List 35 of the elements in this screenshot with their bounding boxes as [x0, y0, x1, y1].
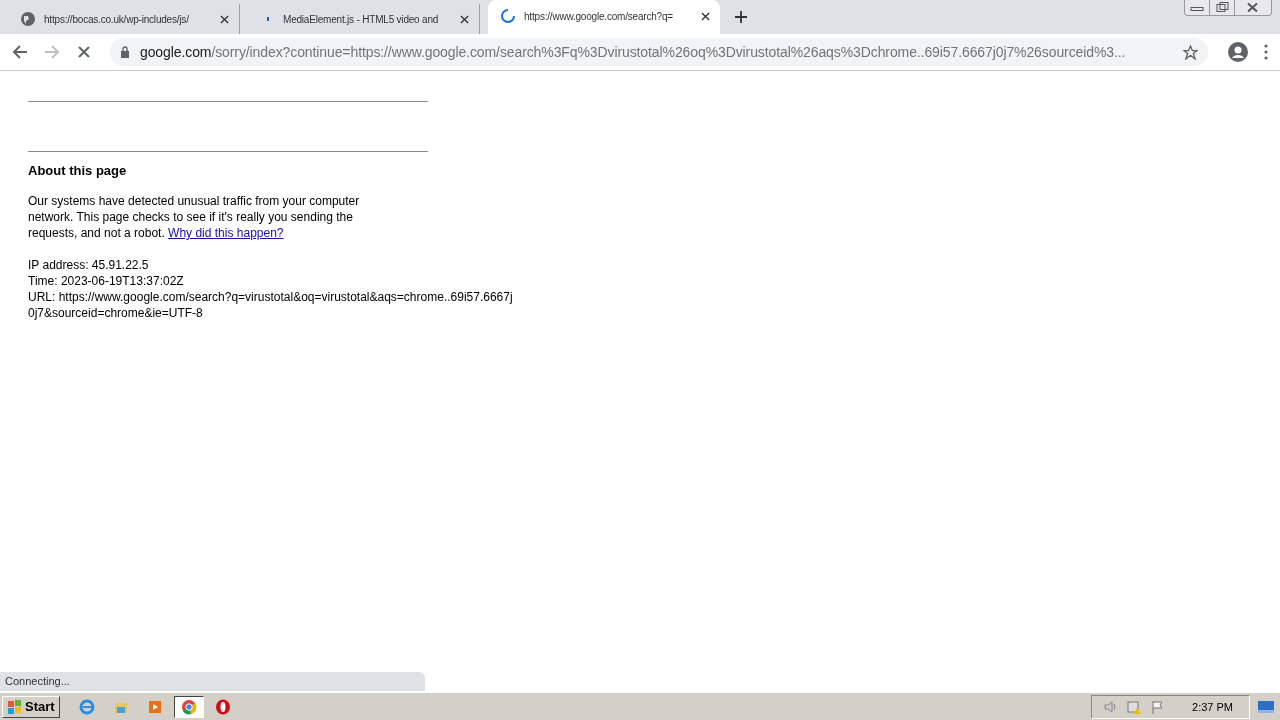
- why-link[interactable]: Why did this happen?: [168, 226, 284, 240]
- tab-title: MediaElement.js - HTML5 video and: [283, 13, 440, 25]
- media-player-icon: [146, 698, 163, 715]
- menu-icon[interactable]: [1264, 44, 1268, 60]
- status-bubble: Connecting...: [0, 672, 425, 691]
- windows-logo-icon: [7, 698, 23, 715]
- account-icon[interactable]: [1228, 42, 1248, 62]
- browser-tab[interactable]: https://www.google.com/search?q=: [488, 0, 720, 34]
- stop-icon[interactable]: [76, 44, 92, 60]
- address-bar[interactable]: google.com/sorry/index?continue=https://www.google.com/search%3Fq%3Dvirustotal%26oq%3Dvirustotal%26aqs%3Dchrome..69i57.6667j0j7%26sourceid%3...: [110, 38, 1208, 66]
- browser-tab[interactable]: https://bocas.co.uk/wp-includes/js/: [8, 4, 240, 34]
- message-text: Our systems have detected unusual traffic from your computer network. This page checks to see if it's really you sending the requests, and not a robot. Why did this happen?: [28, 193, 361, 241]
- lock-icon: [120, 46, 130, 58]
- opera-icon: [214, 698, 231, 715]
- url-text: google.com/sorry/index?continue=https://www.google.com/search%3Fq%3Dvirustotal%26oq%3Dvirustotal%26aqs%3Dchrome..69i57.6667j0j7%26sourceid%3...: [140, 44, 1127, 60]
- detail-text: Time: 2023-06-19T13:37:02Z: [28, 273, 185, 289]
- page-heading: About this page: [28, 163, 128, 178]
- clock-text: 2:37 PM: [1192, 700, 1233, 713]
- close-icon[interactable]: [460, 14, 469, 24]
- close-icon[interactable]: [701, 11, 710, 21]
- show-desktop-icon[interactable]: [1258, 700, 1274, 713]
- start-button[interactable]: Start: [2, 695, 60, 718]
- tab-title: https://www.google.com/search?q=: [524, 10, 674, 22]
- detail-text: URL: https://www.google.com/search?q=virustotal&oq=virustotal&aqs=chrome..69i57.6667j0j7&sourceid=chrome&ie=UTF-8: [28, 289, 514, 321]
- tab-title: https://bocas.co.uk/wp-includes/js/: [44, 13, 190, 25]
- taskbar-app[interactable]: [173, 695, 204, 718]
- browser-tab[interactable]: MediaElement.js - HTML5 video and: [248, 4, 480, 34]
- globe-icon: [20, 11, 36, 27]
- star-icon[interactable]: [1183, 44, 1198, 60]
- detail-text: IP address: 45.91.22.5: [28, 257, 150, 273]
- back-icon[interactable]: [12, 44, 28, 60]
- close-icon[interactable]: [220, 14, 229, 24]
- new-tab-icon[interactable]: [734, 10, 748, 24]
- loading-spinner-icon: [500, 8, 516, 24]
- chrome-icon: [180, 698, 197, 715]
